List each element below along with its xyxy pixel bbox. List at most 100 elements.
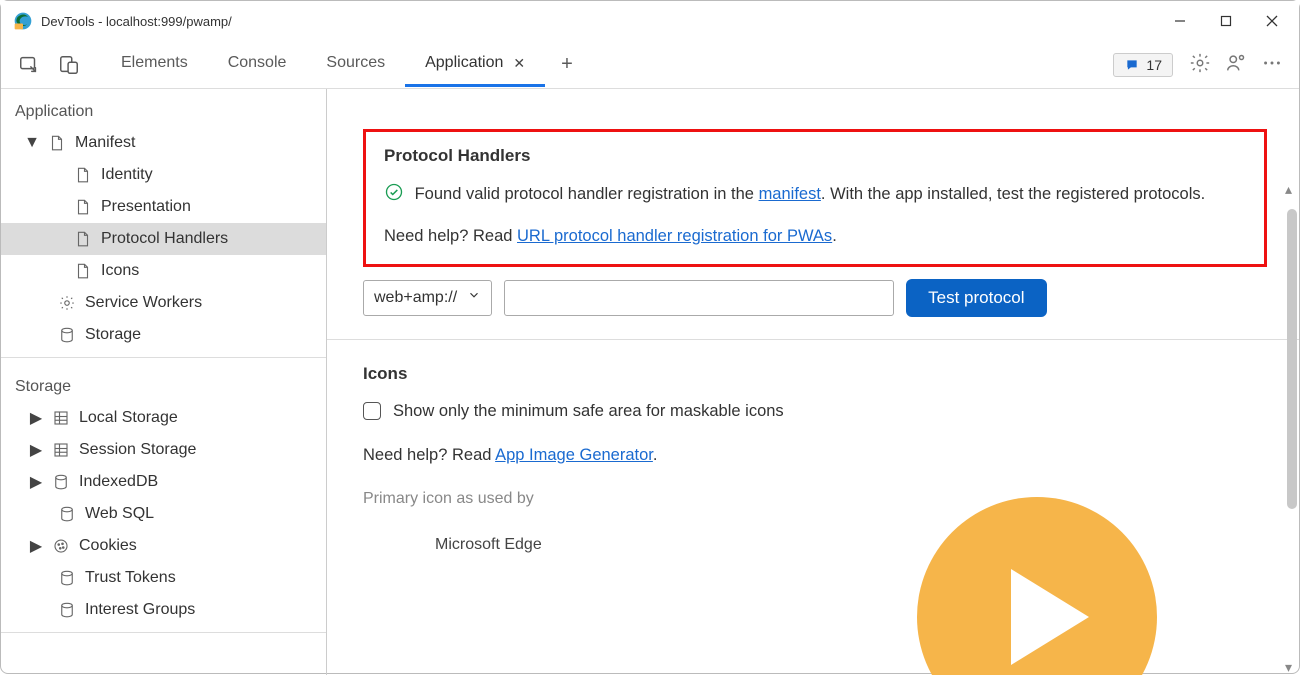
window-controls bbox=[1157, 5, 1295, 37]
sidebar-item-storage[interactable]: Storage bbox=[1, 319, 326, 351]
tree-label: Cookies bbox=[79, 537, 137, 555]
tree-label: IndexedDB bbox=[79, 473, 158, 491]
gear-icon bbox=[57, 293, 77, 313]
play-icon bbox=[917, 497, 1157, 675]
issues-badge[interactable]: 17 bbox=[1113, 53, 1173, 77]
scroll-down-icon[interactable]: ▾ bbox=[1285, 659, 1297, 671]
toolbar: Elements Console Sources Application ✕ +… bbox=[1, 41, 1299, 89]
chevron-down-icon: ▼ bbox=[25, 134, 39, 152]
grid-icon bbox=[51, 440, 71, 460]
tree-label: Session Storage bbox=[79, 441, 196, 459]
icons-help-post: . bbox=[653, 446, 658, 464]
status-text-post: . With the app installed, test the regis… bbox=[821, 185, 1205, 203]
sidebar-item-protocol-handlers[interactable]: Protocol Handlers bbox=[1, 223, 326, 255]
tab-label: Sources bbox=[326, 54, 385, 72]
grid-icon bbox=[51, 408, 71, 428]
document-icon bbox=[47, 133, 67, 153]
main: Application ▼ Manifest Identity Presenta… bbox=[1, 89, 1299, 675]
chevron-right-icon: ▶ bbox=[29, 440, 43, 460]
document-icon bbox=[73, 165, 93, 185]
sidebar-item-service-workers[interactable]: Service Workers bbox=[1, 287, 326, 319]
help-link[interactable]: URL protocol handler registration for PW… bbox=[517, 227, 832, 245]
sidebar-item-trust-tokens[interactable]: Trust Tokens bbox=[1, 562, 326, 594]
chevron-down-icon bbox=[467, 288, 481, 307]
maskable-checkbox-row[interactable]: Show only the minimum safe area for mask… bbox=[363, 402, 1267, 421]
tab-elements[interactable]: Elements bbox=[101, 42, 208, 87]
document-icon bbox=[73, 261, 93, 281]
tab-label: Elements bbox=[121, 54, 188, 72]
sidebar-item-interest-groups[interactable]: Interest Groups bbox=[1, 594, 326, 626]
minimize-button[interactable] bbox=[1157, 5, 1203, 37]
manifest-link[interactable]: manifest bbox=[759, 185, 821, 203]
icons-help-link[interactable]: App Image Generator bbox=[495, 446, 653, 464]
more-icon[interactable] bbox=[1261, 52, 1283, 77]
content-pane: Protocol Handlers Found valid protocol h… bbox=[327, 89, 1299, 675]
divider bbox=[1, 357, 326, 358]
check-circle-icon bbox=[384, 182, 404, 202]
checkbox-icon[interactable] bbox=[363, 402, 381, 420]
chevron-right-icon: ▶ bbox=[29, 472, 43, 492]
tab-label: Console bbox=[228, 54, 287, 72]
sidebar-item-session-storage[interactable]: ▶ Session Storage bbox=[1, 434, 326, 466]
chat-icon bbox=[1124, 58, 1140, 72]
sidebar: Application ▼ Manifest Identity Presenta… bbox=[1, 89, 327, 675]
divider bbox=[327, 339, 1299, 340]
sidebar-item-local-storage[interactable]: ▶ Local Storage bbox=[1, 402, 326, 434]
document-icon bbox=[73, 229, 93, 249]
chevron-right-icon: ▶ bbox=[29, 408, 43, 428]
titlebar: DevTools - localhost:999/pwamp/ bbox=[1, 1, 1299, 41]
tree-label: Manifest bbox=[75, 134, 135, 152]
device-toggle-icon[interactable] bbox=[53, 49, 85, 81]
tab-console[interactable]: Console bbox=[208, 42, 307, 87]
tree-label: Storage bbox=[85, 326, 141, 344]
sidebar-item-presentation[interactable]: Presentation bbox=[1, 191, 326, 223]
checkbox-label: Show only the minimum safe area for mask… bbox=[393, 402, 784, 421]
protocol-handlers-title: Protocol Handlers bbox=[384, 146, 1246, 166]
tree-label: Local Storage bbox=[79, 409, 178, 427]
protocol-handlers-help: Need help? Read URL protocol handler reg… bbox=[384, 227, 1246, 246]
help-pre: Need help? Read bbox=[384, 227, 517, 245]
close-button[interactable] bbox=[1249, 5, 1295, 37]
app-icon bbox=[13, 11, 33, 31]
database-icon bbox=[57, 568, 77, 588]
scrollbar-thumb[interactable] bbox=[1287, 209, 1297, 509]
tab-application[interactable]: Application ✕ bbox=[405, 42, 545, 87]
database-icon bbox=[57, 325, 77, 345]
icons-title: Icons bbox=[363, 364, 1267, 384]
database-icon bbox=[51, 472, 71, 492]
section-storage: Storage bbox=[1, 364, 326, 402]
close-icon[interactable]: ✕ bbox=[513, 55, 525, 72]
sidebar-item-cookies[interactable]: ▶ Cookies bbox=[1, 530, 326, 562]
scroll-up-icon[interactable]: ▴ bbox=[1285, 181, 1297, 193]
protocol-select-value: web+amp:// bbox=[374, 289, 457, 307]
status-text-pre: Found valid protocol handler registratio… bbox=[415, 185, 759, 203]
sidebar-item-manifest[interactable]: ▼ Manifest bbox=[1, 127, 326, 159]
sidebar-item-indexeddb[interactable]: ▶ IndexedDB bbox=[1, 466, 326, 498]
maximize-button[interactable] bbox=[1203, 5, 1249, 37]
sidebar-item-web-sql[interactable]: Web SQL bbox=[1, 498, 326, 530]
protocol-select[interactable]: web+amp:// bbox=[363, 280, 492, 316]
tree-label: Trust Tokens bbox=[85, 569, 176, 587]
database-icon bbox=[57, 504, 77, 524]
add-tab-button[interactable]: + bbox=[545, 53, 589, 76]
test-protocol-button[interactable]: Test protocol bbox=[906, 279, 1046, 317]
feedback-icon[interactable] bbox=[1225, 52, 1247, 77]
sidebar-item-identity[interactable]: Identity bbox=[1, 159, 326, 191]
tab-label: Application bbox=[425, 54, 503, 72]
inspect-icon[interactable] bbox=[13, 49, 45, 81]
tree-label: Identity bbox=[101, 166, 153, 184]
chevron-right-icon: ▶ bbox=[29, 536, 43, 556]
protocol-input[interactable] bbox=[504, 280, 894, 316]
sidebar-item-icons[interactable]: Icons bbox=[1, 255, 326, 287]
help-post: . bbox=[832, 227, 837, 245]
tree-label: Icons bbox=[101, 262, 139, 280]
section-application: Application bbox=[1, 89, 326, 127]
issues-count: 17 bbox=[1146, 57, 1162, 73]
protocol-handlers-status: Found valid protocol handler registratio… bbox=[384, 180, 1246, 209]
icons-help: Need help? Read App Image Generator. bbox=[363, 441, 1267, 470]
tab-sources[interactable]: Sources bbox=[306, 42, 405, 87]
settings-icon[interactable] bbox=[1189, 52, 1211, 77]
cookie-icon bbox=[51, 536, 71, 556]
tree-label: Service Workers bbox=[85, 294, 202, 312]
tree-label: Web SQL bbox=[85, 505, 154, 523]
